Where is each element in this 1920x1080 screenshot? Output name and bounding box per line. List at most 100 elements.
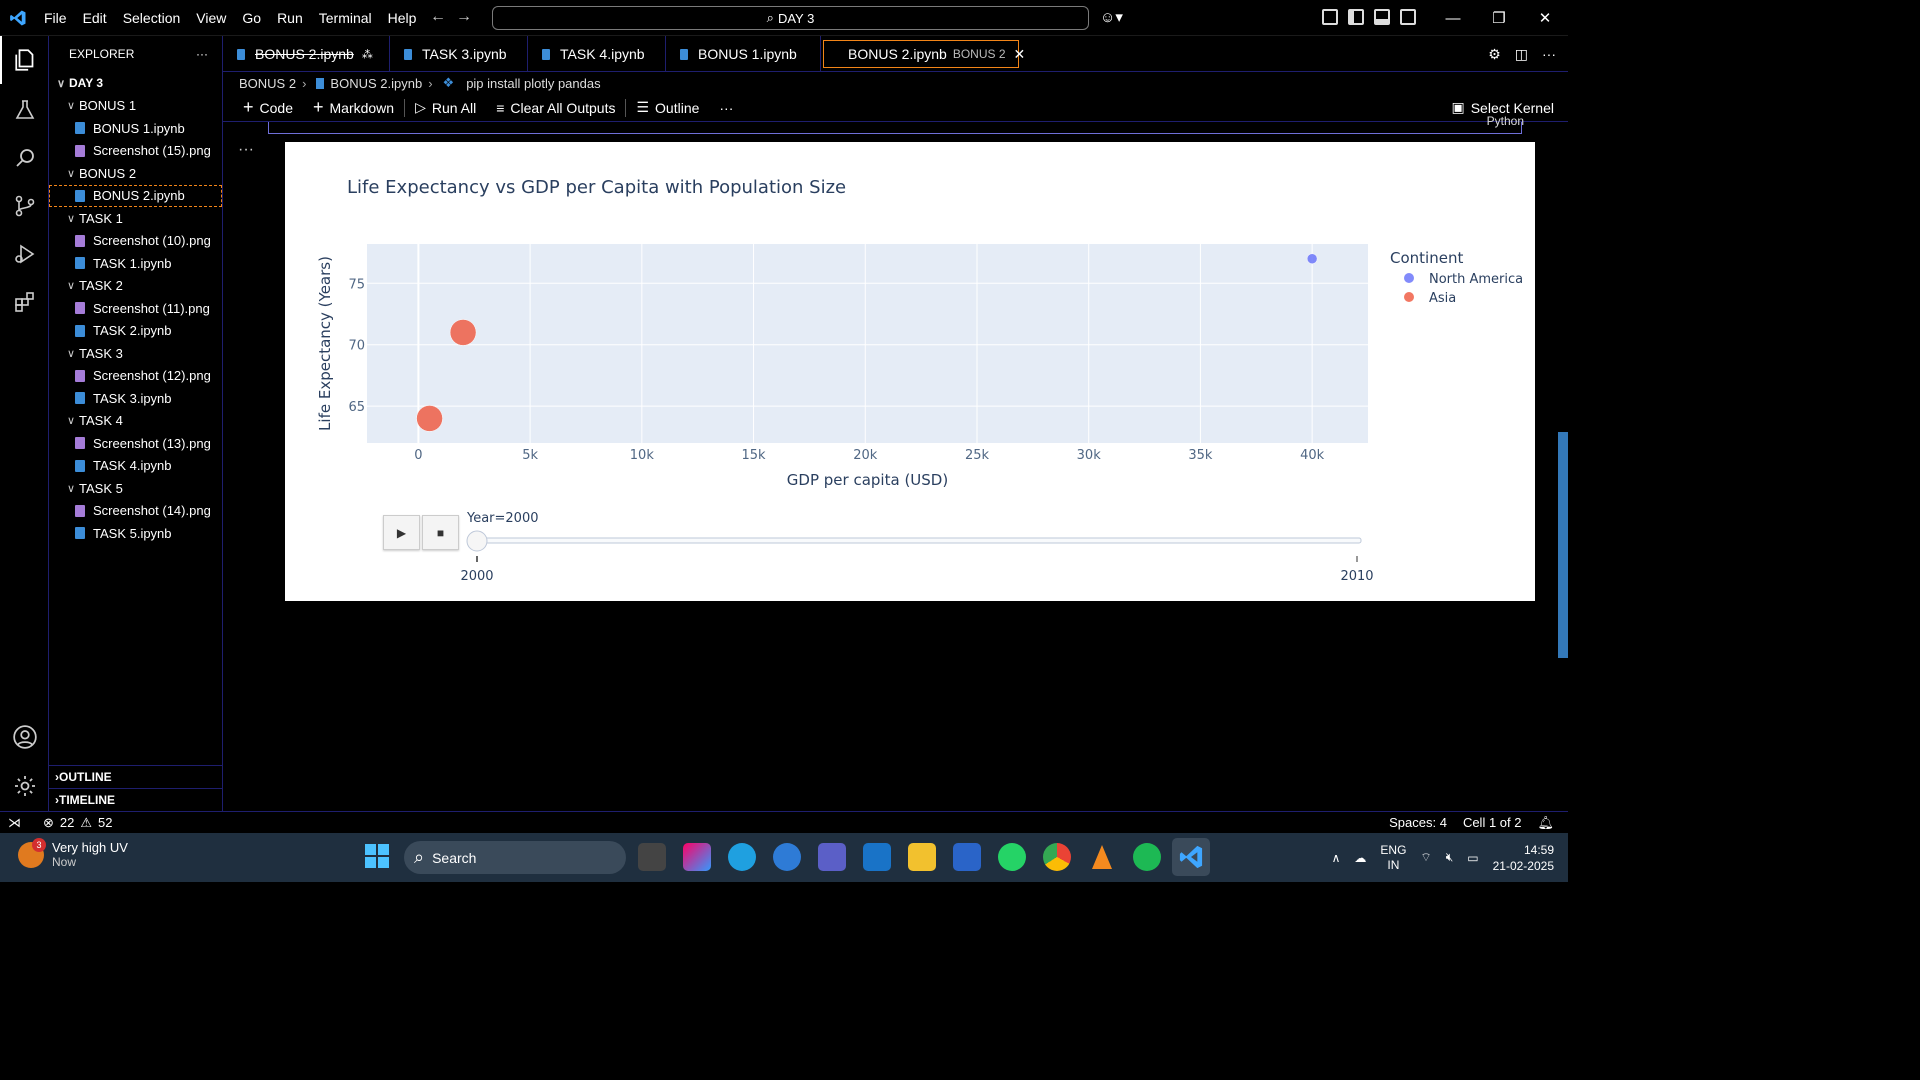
vlc-icon[interactable] (1088, 843, 1116, 871)
file-item[interactable]: Screenshot (11).png (49, 297, 222, 320)
toggle-primary-sidebar-icon[interactable] (1348, 9, 1364, 25)
add-code-cell-button[interactable]: + Code (233, 97, 303, 118)
cell-language-label[interactable]: Python (1487, 114, 1524, 128)
close-tab-icon[interactable]: ✕ (1014, 46, 1026, 63)
folder-item[interactable]: ∨ BONUS 2 (49, 162, 222, 185)
file-item[interactable]: BONUS 2.ipynb (49, 184, 222, 207)
copilot-icon[interactable]: ☺▾ (1100, 8, 1123, 26)
folder-item[interactable]: ∨ TASK 2 (49, 275, 222, 298)
file-item[interactable]: Screenshot (12).png (49, 365, 222, 388)
vscode-taskbar-icon[interactable] (1172, 838, 1210, 876)
forward-arrow-icon[interactable]: → (456, 8, 472, 26)
breadcrumb-folder[interactable]: BONUS 2 (239, 76, 296, 91)
file-item[interactable]: TASK 2.ipynb (49, 320, 222, 343)
editor-scrollbar[interactable] (1558, 432, 1568, 658)
menu-help[interactable]: Help (380, 0, 425, 36)
file-item[interactable]: Screenshot (14).png (49, 500, 222, 523)
workspace-root[interactable]: ∨ DAY 3 (49, 72, 222, 95)
weather-widget[interactable]: 3 Very high UV Now (18, 838, 128, 870)
extensions-icon[interactable] (0, 278, 49, 326)
editor-tab[interactable]: BONUS 2.ipynb ⁂ (223, 36, 390, 72)
volume-muted-icon[interactable]: 🔇︎ (1446, 850, 1454, 865)
taskbar-search[interactable]: ⌕ Search (404, 841, 626, 874)
language-indicator[interactable]: ENG IN (1380, 843, 1406, 873)
file-item[interactable]: TASK 3.ipynb (49, 387, 222, 410)
wifi-icon[interactable]: ⌔ (1420, 850, 1431, 865)
menu-file[interactable]: File (36, 0, 75, 36)
cell-output-actions-icon[interactable]: ··· (238, 141, 254, 159)
outline-section[interactable]: › OUTLINE (49, 765, 223, 788)
file-explorer-icon[interactable] (908, 843, 936, 871)
chrome-icon[interactable] (1043, 843, 1071, 871)
slider-handle[interactable] (466, 530, 488, 552)
close-window-icon[interactable]: ✕ (1522, 0, 1568, 36)
menu-view[interactable]: View (188, 0, 234, 36)
minimize-icon[interactable]: — (1430, 0, 1476, 36)
tips-app-icon[interactable] (773, 843, 801, 871)
cell-position-status[interactable]: Cell 1 of 2 (1463, 815, 1522, 830)
file-item[interactable]: TASK 4.ipynb (49, 455, 222, 478)
myhp-icon[interactable] (863, 843, 891, 871)
run-all-button[interactable]: ▷ Run All (405, 99, 486, 116)
toggle-secondary-sidebar-icon[interactable] (1400, 9, 1416, 25)
accounts-icon[interactable] (0, 713, 49, 761)
stop-button[interactable]: ■ (422, 515, 459, 550)
copilot-app-icon[interactable] (683, 843, 711, 871)
manage-gear-icon[interactable] (0, 762, 49, 810)
breadcrumb-cell[interactable]: pip install plotly pandas (466, 76, 600, 91)
menu-selection[interactable]: Selection (115, 0, 189, 36)
edge-browser-icon[interactable] (728, 843, 756, 871)
outline-button[interactable]: ☰ Outline (626, 99, 709, 116)
menu-edit[interactable]: Edit (75, 0, 115, 36)
onedrive-icon[interactable]: ☁ (1354, 851, 1366, 865)
command-center[interactable]: ⌕ DAY 3 (492, 6, 1089, 30)
task-view-icon[interactable] (638, 843, 666, 871)
battery-icon[interactable]: ▭ (1467, 851, 1478, 865)
menu-terminal[interactable]: Terminal (311, 0, 380, 36)
editor-tab[interactable]: BONUS 1.ipynb (666, 36, 821, 72)
toggle-panel-icon[interactable] (1374, 9, 1390, 25)
run-debug-icon[interactable] (0, 230, 49, 278)
back-arrow-icon[interactable]: ← (430, 8, 446, 26)
spotify-icon[interactable] (1133, 843, 1161, 871)
start-windows-icon[interactable] (364, 843, 392, 871)
file-item[interactable]: TASK 1.ipynb (49, 252, 222, 275)
more-toolbar-actions-icon[interactable]: ··· (709, 100, 743, 116)
editor-tab[interactable]: TASK 3.ipynb (390, 36, 528, 72)
breadcrumb-file[interactable]: BONUS 2.ipynb (330, 76, 422, 91)
chevron-up-icon[interactable]: ∧ (1332, 851, 1341, 865)
source-control-icon[interactable] (0, 182, 49, 230)
whatsapp-icon[interactable] (998, 843, 1026, 871)
restore-icon[interactable]: ❐ (1476, 0, 1522, 36)
menu-run[interactable]: Run (269, 0, 311, 36)
add-markdown-cell-button[interactable]: + Markdown (303, 97, 404, 118)
problems-indicator[interactable]: ⊗ 22 ⚠ 52 (43, 815, 113, 831)
menu-go[interactable]: Go (234, 0, 269, 36)
settings-gear-icon[interactable]: ⚙ (1488, 46, 1501, 63)
play-button[interactable]: ▶ (383, 515, 420, 550)
explorer-icon[interactable] (0, 36, 49, 84)
editor-tab[interactable]: TASK 4.ipynb (528, 36, 666, 72)
remote-indicator-icon[interactable]: ⋊ (8, 815, 21, 831)
more-actions-icon[interactable]: ··· (1542, 46, 1556, 62)
folder-item[interactable]: ∨ TASK 4 (49, 410, 222, 433)
more-actions-icon[interactable]: ··· (196, 47, 208, 61)
timeline-section[interactable]: › TIMELINE (49, 788, 223, 811)
file-item[interactable]: Screenshot (10).png (49, 230, 222, 253)
clear-outputs-button[interactable]: ≡ Clear All Outputs (486, 100, 625, 116)
split-editor-icon[interactable]: ◫ (1515, 46, 1528, 63)
folder-item[interactable]: ∨ TASK 3 (49, 342, 222, 365)
customize-layout-icon[interactable] (1322, 9, 1338, 25)
search-icon[interactable] (0, 134, 49, 182)
folder-item[interactable]: ∨ TASK 1 (49, 207, 222, 230)
microsoft-store-icon[interactable] (953, 843, 981, 871)
indentation-status[interactable]: Spaces: 4 (1389, 815, 1447, 830)
teams-icon[interactable] (818, 843, 846, 871)
editor-tab[interactable]: BONUS 2.ipynb BONUS 2 ✕ (823, 40, 1025, 68)
file-item[interactable]: BONUS 1.ipynb (49, 117, 222, 140)
folder-item[interactable]: ∨ BONUS 1 (49, 95, 222, 118)
testing-flask-icon[interactable] (0, 86, 49, 134)
file-item[interactable]: Screenshot (13).png (49, 432, 222, 455)
clock[interactable]: 14:59 21-02-2025 (1493, 842, 1554, 874)
folder-item[interactable]: ∨ TASK 5 (49, 477, 222, 500)
